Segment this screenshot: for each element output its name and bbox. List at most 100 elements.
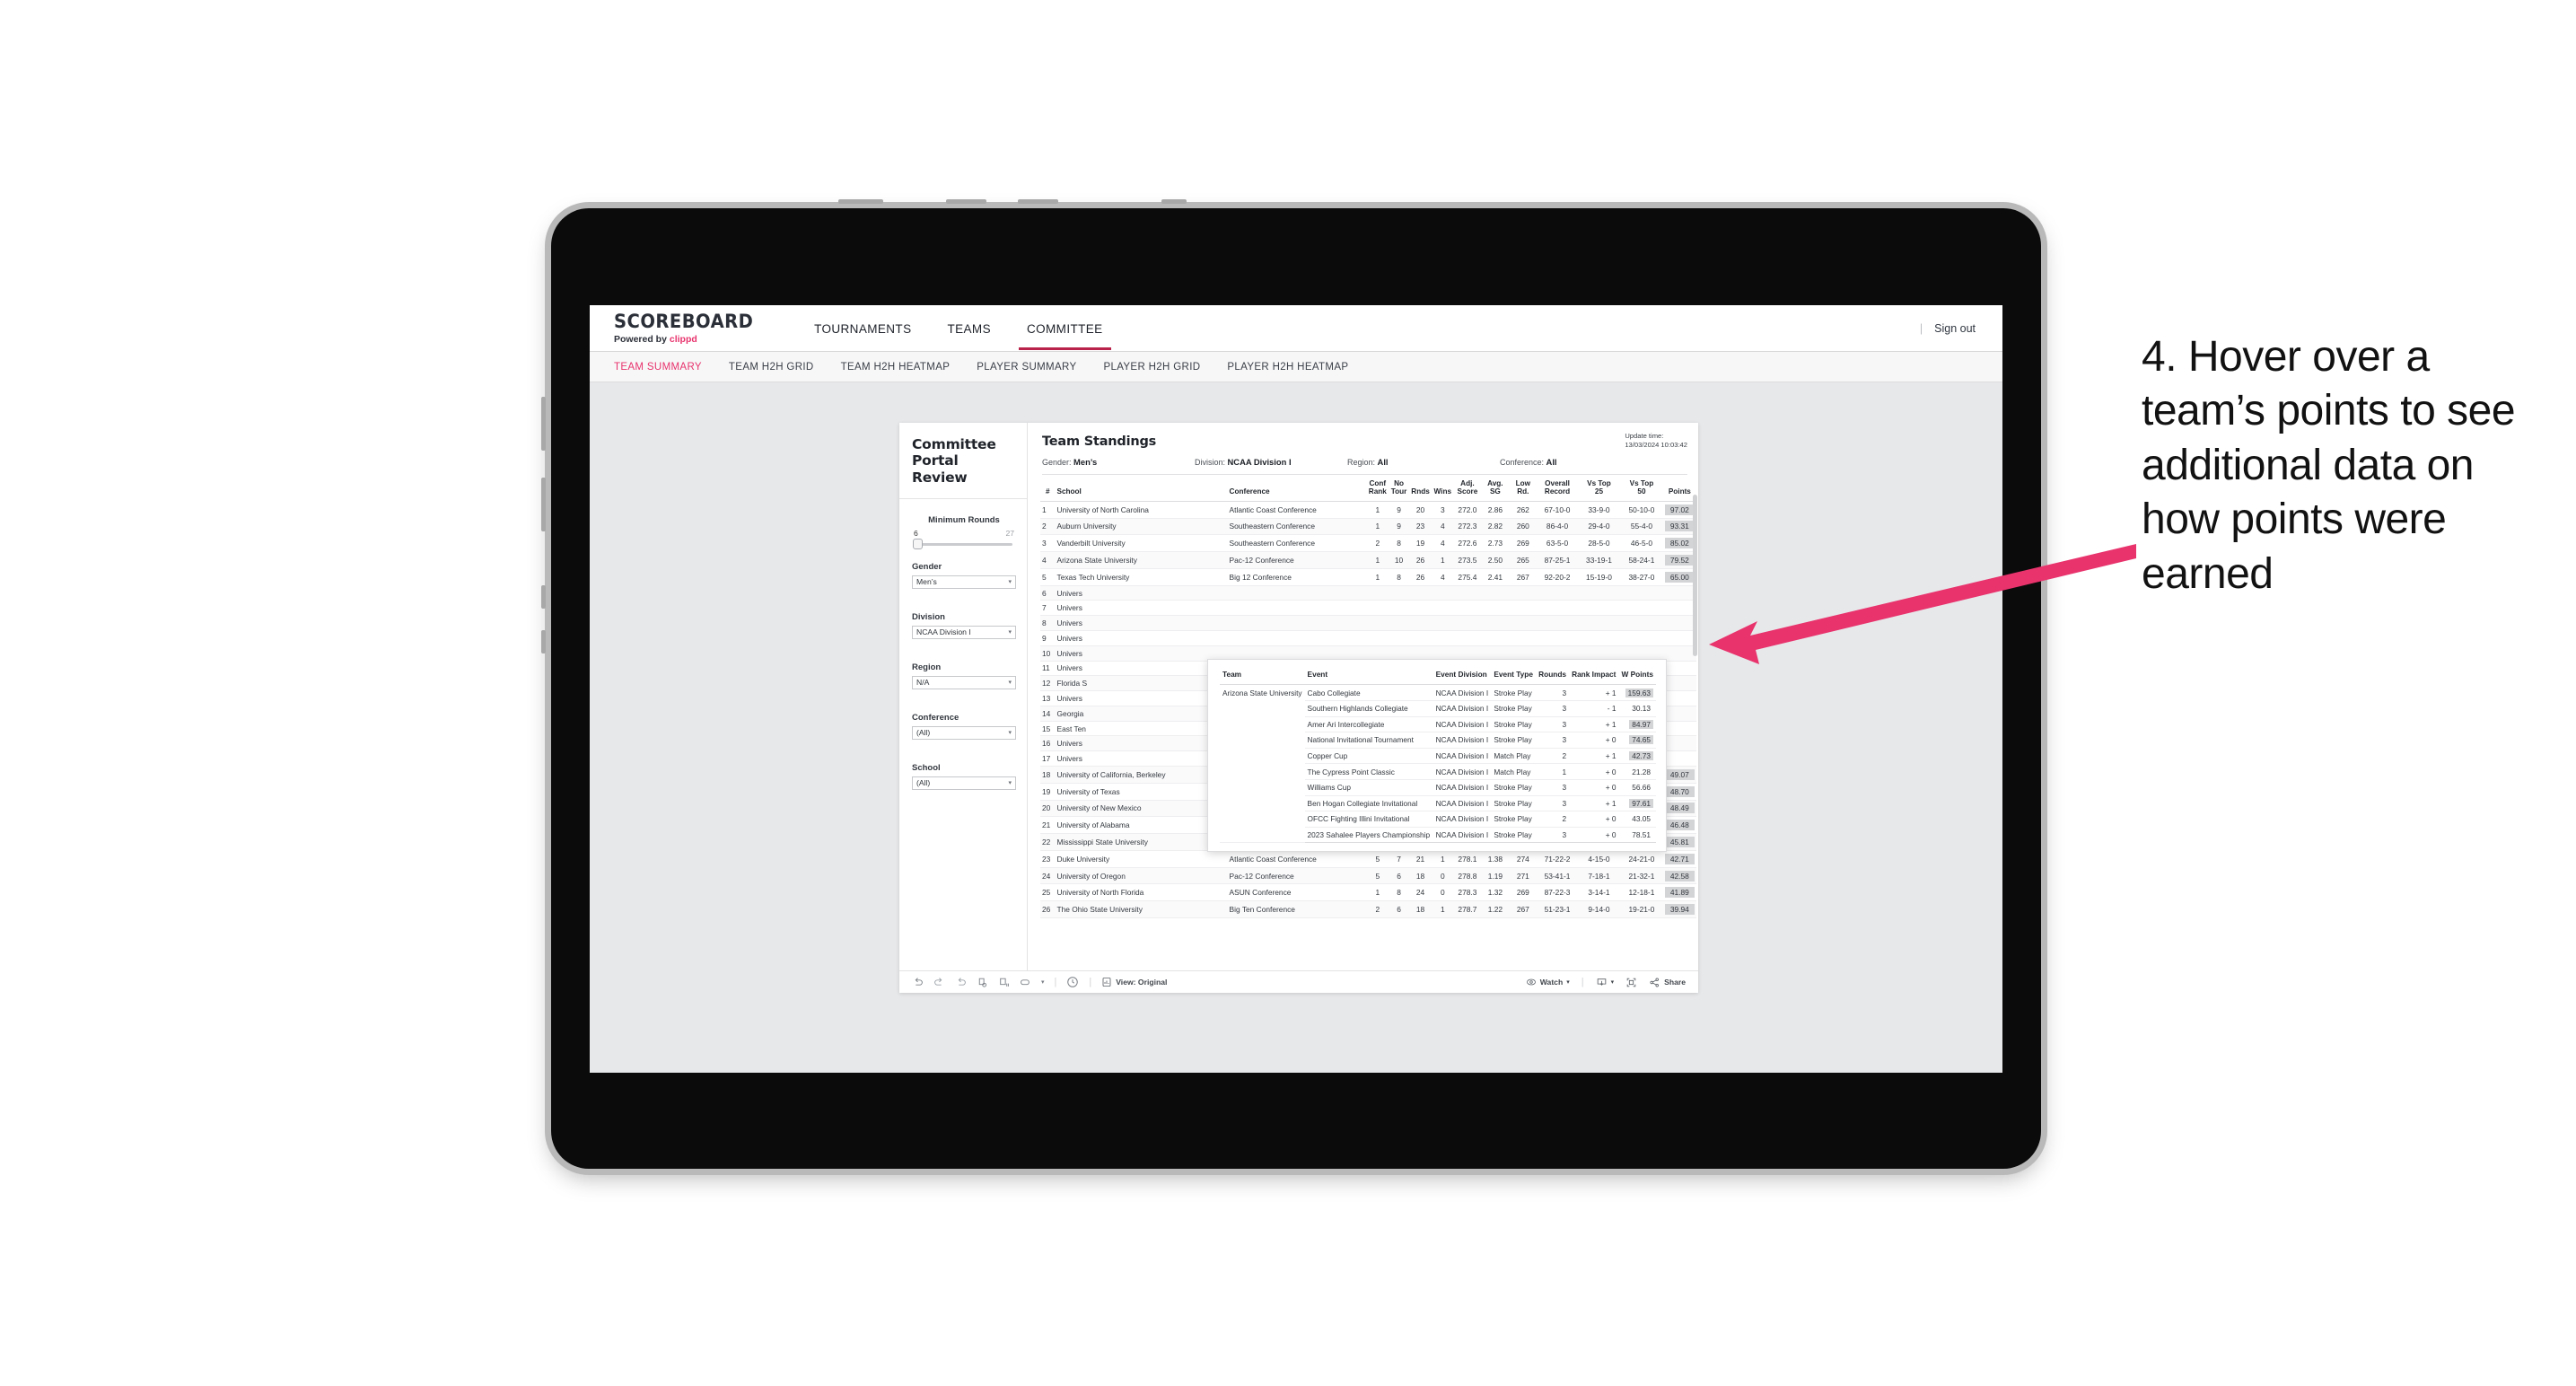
cell-conf: Big Ten Conference	[1227, 900, 1367, 919]
nav-item-teams[interactable]: TEAMS	[929, 308, 1009, 349]
col-adj-score[interactable]: Adj. Score	[1453, 475, 1482, 502]
cell-points[interactable]: 48.70	[1662, 783, 1696, 801]
cell-points[interactable]: 42.58	[1662, 867, 1696, 885]
table-row[interactable]: 9 Univers	[1040, 630, 1696, 646]
col-conf-rank[interactable]: Conf Rank	[1366, 475, 1389, 502]
cell-points[interactable]	[1662, 721, 1696, 737]
cell-vs25: 7-18-1	[1577, 867, 1621, 885]
summary-conference: Conference: All	[1500, 457, 1652, 467]
table-row[interactable]: 4 Arizona State University Pac-12 Conferen…	[1040, 551, 1696, 569]
refresh-data-icon[interactable]	[977, 977, 988, 988]
tooltip-cell-division: NCAA Division I	[1433, 795, 1492, 812]
download-button[interactable]: ▾	[1596, 977, 1614, 988]
fullscreen-button[interactable]	[1625, 977, 1637, 988]
nav-item-committee[interactable]: COMMITTEE	[1009, 308, 1121, 350]
device-preview-caret-icon[interactable]: ▾	[1041, 978, 1045, 986]
cell-conf_rank	[1366, 585, 1389, 601]
share-button[interactable]: Share	[1649, 977, 1686, 988]
cell-points[interactable]: 45.81	[1662, 833, 1696, 851]
tab-player-h2h-heatmap[interactable]: PLAYER H2H HEATMAP	[1227, 362, 1348, 373]
cell-wins: 1	[1432, 551, 1454, 569]
col-rank[interactable]: #	[1040, 475, 1056, 502]
table-row[interactable]: 24 University of Oregon Pac-12 Conference 5…	[1040, 867, 1696, 885]
table-row[interactable]: 7 Univers	[1040, 600, 1696, 617]
revert-icon[interactable]	[955, 977, 967, 988]
conference-select[interactable]: (All) ▾	[912, 725, 1016, 740]
logo-tagline: Powered by clippd	[614, 334, 764, 345]
cell-school: Mississippi State University	[1055, 833, 1228, 851]
cell-points[interactable]: 41.89	[1662, 883, 1696, 902]
cell-points[interactable]	[1662, 690, 1696, 706]
cell-vs50: 38-27-0	[1620, 568, 1663, 586]
col-vs-top-25[interactable]: Vs Top 25	[1577, 475, 1621, 502]
cell-points[interactable]: 93.31	[1662, 518, 1696, 536]
table-row[interactable]: 23 Duke University Atlantic Coast Conferen…	[1040, 850, 1696, 868]
col-wins[interactable]: Wins	[1432, 475, 1454, 502]
cell-points[interactable]: 42.71	[1662, 850, 1696, 868]
watch-button[interactable]: Watch ▾	[1526, 977, 1570, 987]
cell-school: University of Oregon	[1055, 867, 1228, 885]
table-row[interactable]: 2 Auburn University Southeastern Conferenc…	[1040, 518, 1696, 536]
redo-icon[interactable]	[933, 977, 945, 988]
cell-low	[1509, 630, 1538, 646]
viz-toolbar: ▾ | | View: Original Watch ▾ | ▾ Share	[899, 970, 1698, 993]
col-overall-record[interactable]: Overall Record	[1537, 475, 1578, 502]
cell-points[interactable]	[1662, 735, 1696, 752]
cell-points[interactable]: 97.02	[1662, 501, 1696, 519]
gender-select[interactable]: Men’s ▾	[912, 575, 1016, 589]
table-row[interactable]: 25 University of North Florida ASUN Confer…	[1040, 883, 1696, 902]
col-avg-sg[interactable]: Avg. SG	[1481, 475, 1510, 502]
col-school[interactable]: School	[1055, 475, 1228, 502]
table-row[interactable]: 5 Texas Tech University Big 12 Conference 1…	[1040, 568, 1696, 586]
col-conference[interactable]: Conference	[1227, 475, 1367, 502]
signout-link[interactable]: Sign out	[1934, 322, 1976, 335]
table-row[interactable]: 8 Univers	[1040, 615, 1696, 631]
tooltip-cell-division: NCAA Division I	[1433, 811, 1492, 828]
tab-team-h2h-heatmap[interactable]: TEAM H2H HEATMAP	[841, 362, 951, 373]
pause-updates-icon[interactable]	[998, 977, 1010, 988]
col-low-rd[interactable]: Low Rd.	[1509, 475, 1538, 502]
summary-division-value: NCAA Division I	[1227, 457, 1292, 467]
col-no-tour[interactable]: No Tour	[1389, 475, 1409, 502]
minimum-rounds-slider-handle[interactable]	[913, 539, 923, 550]
col-points[interactable]: Points	[1662, 475, 1696, 502]
history-icon[interactable]	[1066, 976, 1079, 988]
undo-icon[interactable]	[912, 977, 924, 988]
tab-player-h2h-grid[interactable]: PLAYER H2H GRID	[1103, 362, 1200, 373]
table-row[interactable]: 1 University of North Carolina Atlantic Co…	[1040, 501, 1696, 519]
tooltip-cell-type: Match Play	[1491, 748, 1537, 765]
device-preview-icon[interactable]	[1020, 977, 1031, 988]
tab-team-h2h-grid[interactable]: TEAM H2H GRID	[729, 362, 814, 373]
region-select[interactable]: N/A ▾	[912, 675, 1016, 689]
col-rnds[interactable]: Rnds	[1408, 475, 1433, 502]
cell-vs25	[1577, 600, 1621, 617]
table-row[interactable]: 3 Vanderbilt University Southeastern Confe…	[1040, 534, 1696, 553]
tooltip-cell-type: Stroke Play	[1491, 684, 1537, 701]
table-row[interactable]: 6 Univers	[1040, 585, 1696, 601]
cell-vs50	[1620, 630, 1663, 646]
tooltip-cell-type: Stroke Play	[1491, 811, 1537, 828]
cell-points[interactable]	[1662, 706, 1696, 722]
cell-rank: 17	[1040, 750, 1056, 767]
cell-points[interactable]: 48.49	[1662, 800, 1696, 818]
device-top-button-4	[1161, 199, 1187, 204]
tab-player-summary[interactable]: PLAYER SUMMARY	[977, 362, 1076, 373]
cell-no_tour	[1389, 615, 1409, 631]
school-select[interactable]: (All) ▾	[912, 776, 1016, 790]
app-logo[interactable]: SCOREBOARD Powered by clippd	[590, 311, 796, 345]
cell-no_tour: 8	[1389, 883, 1409, 902]
division-select[interactable]: NCAA Division I ▾	[912, 625, 1016, 639]
cell-conf	[1227, 615, 1367, 631]
tab-team-summary[interactable]: TEAM SUMMARY	[614, 362, 702, 373]
cell-points[interactable]: 39.94	[1662, 900, 1696, 919]
cell-vs25	[1577, 585, 1621, 601]
view-original-button[interactable]: View: Original	[1101, 977, 1167, 987]
col-vs-top-50[interactable]: Vs Top 50	[1620, 475, 1663, 502]
cell-record: 87-22-3	[1537, 883, 1578, 902]
cell-points[interactable]: 46.48	[1662, 816, 1696, 835]
minimum-rounds-slider[interactable]	[913, 539, 1012, 550]
nav-item-tournaments[interactable]: TOURNAMENTS	[796, 308, 929, 349]
cell-points[interactable]: 49.07	[1662, 766, 1696, 784]
cell-points[interactable]	[1662, 750, 1696, 767]
table-row[interactable]: 26 The Ohio State University Big Ten Confe…	[1040, 900, 1696, 919]
